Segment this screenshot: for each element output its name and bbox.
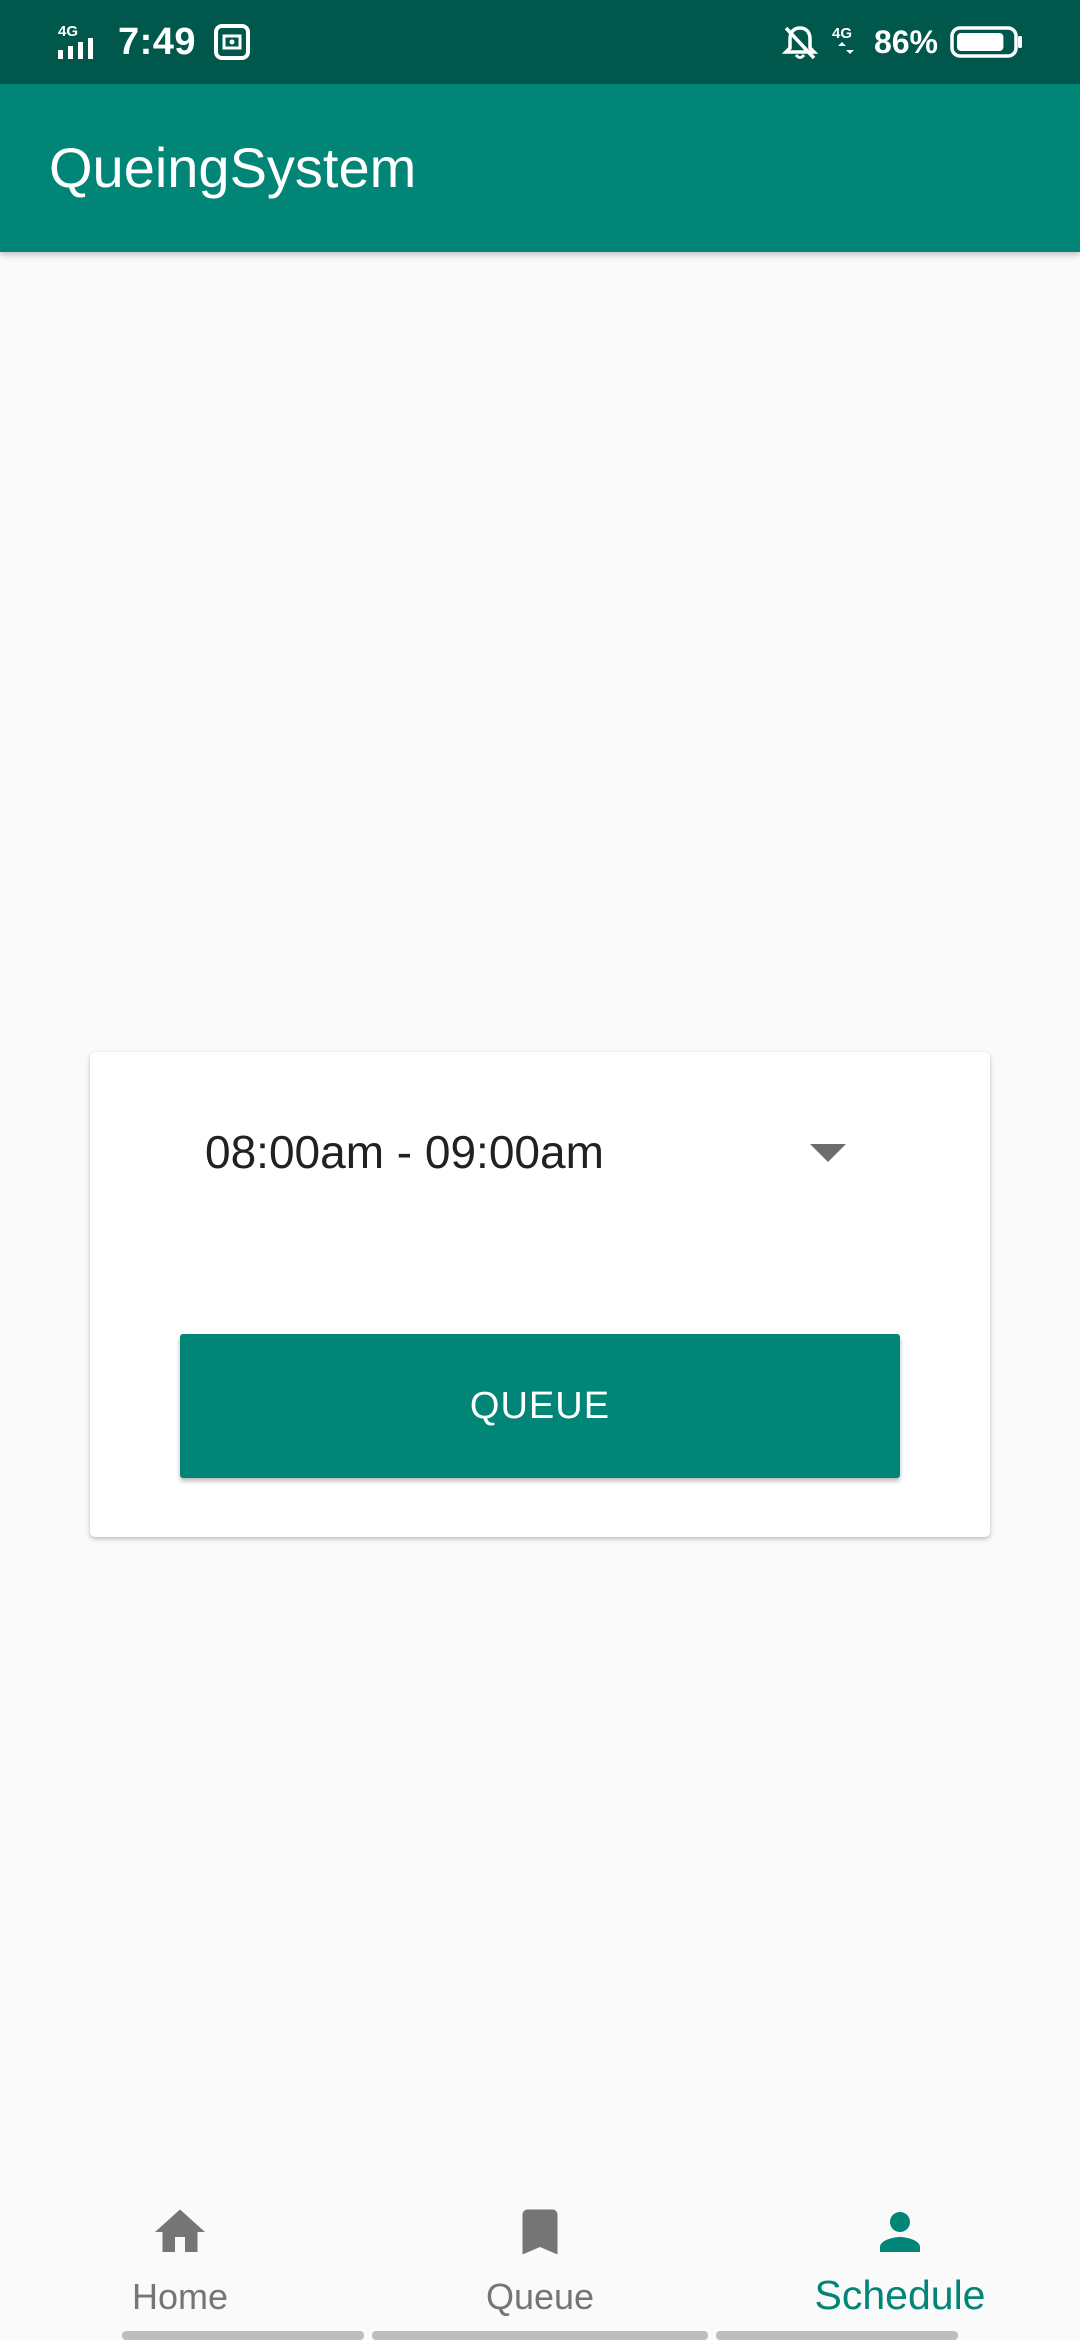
status-time: 7:49	[118, 20, 197, 63]
nav-divider-queue	[372, 2331, 708, 2340]
nav-item-queue[interactable]: Queue	[360, 2184, 720, 2340]
data-arrows-icon: 4G	[832, 25, 854, 54]
nav-item-schedule[interactable]: Schedule	[720, 2184, 1080, 2340]
nav-label-schedule: Schedule	[814, 2272, 986, 2318]
bookmark-icon	[522, 2209, 558, 2255]
nav-label-queue: Queue	[485, 2276, 595, 2317]
dropdown-arrow-icon	[810, 1144, 846, 1162]
nav-divider-schedule	[716, 2331, 958, 2340]
svg-text:4G: 4G	[58, 23, 78, 40]
battery-percent: 86%	[873, 23, 938, 60]
svg-text:4G: 4G	[832, 25, 852, 42]
status-bar-right: 4G 86%	[780, 0, 1024, 84]
bottom-navigation: Home Queue Schedule	[0, 2184, 1080, 2340]
home-icon	[155, 2209, 205, 2252]
nav-item-home[interactable]: Home	[0, 2184, 360, 2340]
battery-icon	[950, 26, 1022, 58]
queue-button[interactable]: QUEUE	[180, 1334, 900, 1478]
app-title: QueingSystem	[49, 136, 417, 199]
signal-icon: 4G	[58, 23, 93, 59]
status-bar-left: 4G 7:49	[56, 0, 254, 84]
status-bar: 4G 7:49 4G 86%	[0, 0, 1080, 84]
nav-label-home: Home	[131, 2276, 229, 2317]
app-bar: QueingSystem	[0, 84, 1080, 252]
schedule-card: 08:00am - 09:00am QUEUE	[90, 1052, 990, 1537]
time-slot-spinner[interactable]	[180, 1112, 940, 1292]
notification-app-icon	[214, 24, 251, 60]
person-icon	[880, 2212, 920, 2252]
nav-divider-home	[122, 2331, 364, 2340]
bell-off-icon	[781, 26, 819, 60]
